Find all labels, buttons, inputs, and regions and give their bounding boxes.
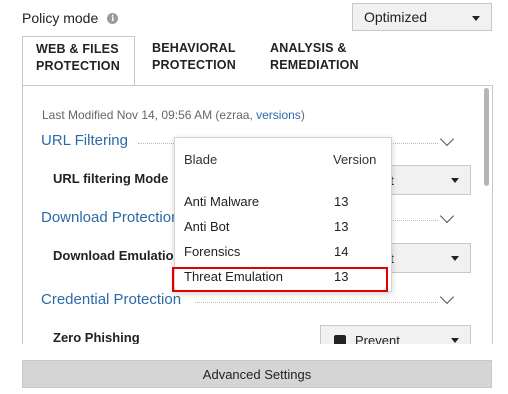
tab-label-line1: WEB & FILES — [36, 42, 119, 56]
version-column-header: Version — [333, 152, 377, 167]
section-credential-protection[interactable]: Credential Protection — [41, 291, 181, 308]
url-filtering-mode-label: URL filtering Mode — [53, 171, 169, 186]
policy-mode-text: Policy mode — [22, 10, 99, 26]
policy-mode-label: Policy mode i — [22, 10, 119, 26]
policy-mode-value: Optimized — [364, 9, 428, 25]
info-icon[interactable]: i — [107, 12, 119, 24]
tab-label-line2: REMEDIATION — [270, 58, 359, 72]
chevron-down-icon[interactable] — [439, 131, 455, 147]
section-download-protection[interactable]: Download Protection — [41, 209, 179, 226]
zero-phishing-value: Prevent — [355, 333, 400, 344]
last-modified-label: Last Modified Nov 14, 09:56 AM (ezraa, — [42, 108, 257, 122]
list-item: Anti Bot 13 — [175, 219, 391, 239]
caret-down-icon — [472, 16, 480, 21]
blade-version: 13 — [334, 219, 349, 234]
advanced-settings-button[interactable]: Advanced Settings — [22, 360, 492, 388]
threat-emulation-highlight — [172, 267, 388, 292]
caret-down-icon — [451, 256, 459, 261]
blade-name: Anti Malware — [184, 194, 260, 209]
download-emulation-label: Download Emulation — [53, 248, 182, 263]
chevron-down-icon[interactable] — [439, 208, 455, 224]
blade-column-header: Blade — [184, 152, 218, 167]
last-modified-text: Last Modified Nov 14, 09:56 AM (ezraa, v… — [42, 108, 305, 122]
blade-name: Anti Bot — [184, 219, 230, 234]
blade-version: 13 — [334, 194, 349, 209]
tab-behavioral-protection[interactable]: BEHAVIORAL PROTECTION — [152, 36, 236, 85]
panel-scrollbar[interactable] — [484, 88, 489, 186]
close-paren: ) — [300, 108, 305, 122]
section-divider — [195, 302, 438, 303]
tab-label-line2: PROTECTION — [36, 59, 120, 73]
versions-link[interactable]: versions — [256, 108, 301, 122]
zero-phishing-label: Zero Phishing — [53, 330, 140, 344]
tab-label-line1: ANALYSIS & — [270, 41, 347, 55]
tab-label-line2: PROTECTION — [152, 58, 236, 72]
tab-analysis-remediation[interactable]: ANALYSIS & REMEDIATION — [270, 36, 359, 85]
list-item: Anti Malware 13 — [175, 194, 391, 214]
shield-icon — [334, 335, 346, 344]
chevron-down-icon[interactable] — [439, 289, 455, 305]
caret-down-icon — [451, 178, 459, 183]
caret-down-icon — [451, 338, 459, 343]
zero-phishing-select[interactable]: Prevent — [320, 325, 471, 344]
policy-mode-select[interactable]: Optimized — [352, 3, 492, 31]
list-item: Forensics 14 — [175, 244, 391, 264]
blade-version: 14 — [334, 244, 349, 259]
tab-label-line1: BEHAVIORAL — [152, 41, 236, 55]
section-url-filtering[interactable]: URL Filtering — [41, 132, 128, 149]
blade-name: Forensics — [184, 244, 241, 259]
tab-web-files-protection[interactable]: WEB & FILES PROTECTION — [22, 36, 135, 86]
protection-tabs: WEB & FILES PROTECTION BEHAVIORAL PROTEC… — [22, 36, 492, 86]
